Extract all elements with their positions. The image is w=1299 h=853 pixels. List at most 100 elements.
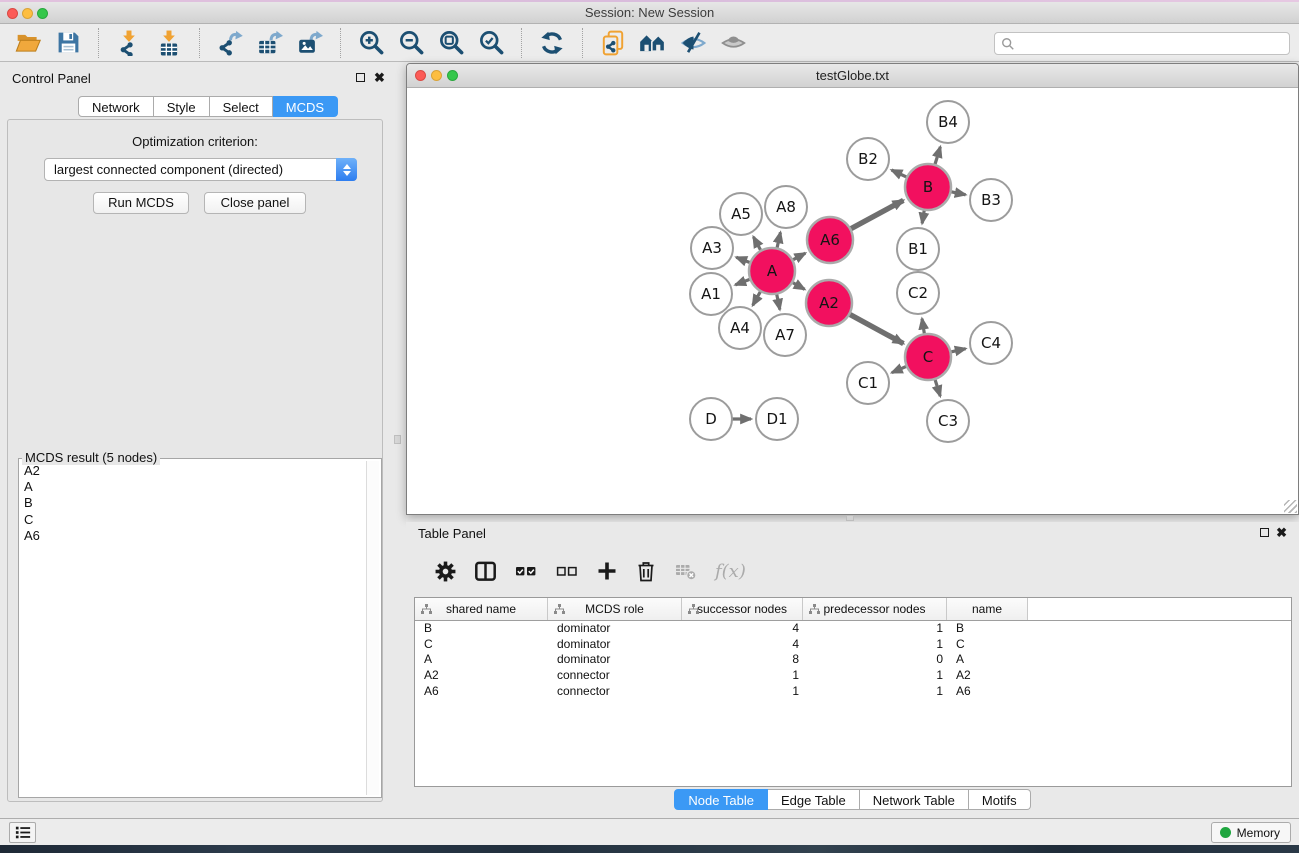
split-columns-icon[interactable]	[474, 560, 497, 583]
resize-grip-icon[interactable]	[1284, 500, 1297, 513]
refresh-icon[interactable]	[532, 27, 572, 59]
tab-style[interactable]: Style	[154, 96, 210, 117]
import-table-icon[interactable]	[149, 27, 189, 59]
gear-icon[interactable]	[434, 560, 457, 583]
splitter-grip-icon[interactable]	[394, 435, 401, 444]
table-cell[interactable]: dominator	[548, 637, 682, 653]
import-network-icon[interactable]	[109, 27, 149, 59]
save-session-icon[interactable]	[48, 27, 88, 59]
column-header-MCDS-role[interactable]: MCDS role	[548, 598, 682, 620]
table-cell[interactable]: 8	[682, 652, 803, 668]
memory-button[interactable]: Memory	[1211, 822, 1291, 843]
tab-select[interactable]: Select	[210, 96, 273, 117]
run-mcds-button[interactable]: Run MCDS	[93, 192, 189, 214]
column-header-name[interactable]: name	[947, 598, 1028, 620]
result-list-item[interactable]: C	[21, 512, 365, 528]
export-image-icon[interactable]	[290, 27, 330, 59]
network-window-title: testGlobe.txt	[407, 68, 1298, 83]
table-cell[interactable]: B	[415, 621, 548, 637]
table-cell[interactable]: dominator	[548, 621, 682, 637]
export-network-icon[interactable]	[210, 27, 250, 59]
result-list-item[interactable]: A2	[21, 463, 365, 479]
table-cell[interactable]: 1	[682, 668, 803, 684]
float-panel-icon[interactable]	[356, 73, 365, 82]
result-list-item[interactable]: B	[21, 495, 365, 511]
memory-status-icon	[1220, 827, 1231, 838]
control-panel-title: Control Panel	[12, 71, 91, 86]
toolbar-separator	[340, 28, 341, 58]
zoom-in-icon[interactable]	[351, 27, 391, 59]
float-table-panel-icon[interactable]	[1260, 528, 1269, 537]
close-panel-icon[interactable]: ✖	[374, 72, 385, 83]
mcds-result-list[interactable]: A2ABCA6	[21, 463, 365, 795]
table-cell[interactable]: B	[947, 621, 1028, 637]
table-cell[interactable]: 1	[803, 637, 947, 653]
tab-node-table[interactable]: Node Table	[674, 789, 768, 810]
add-column-icon[interactable]	[596, 560, 618, 582]
graph-edge-A2-C[interactable]	[847, 313, 904, 344]
table-cell[interactable]: A6	[947, 684, 1028, 700]
tab-edge-table[interactable]: Edge Table	[768, 789, 860, 810]
table-cell[interactable]: dominator	[548, 652, 682, 668]
function-builder-icon[interactable]: f(x)	[715, 561, 746, 582]
table-row[interactable]: Cdominator41C	[415, 637, 1291, 653]
show-all-networks-icon[interactable]	[633, 27, 673, 59]
table-cell[interactable]: A2	[415, 668, 548, 684]
table-cell[interactable]: C	[415, 637, 548, 653]
unselect-all-icon[interactable]	[555, 560, 579, 582]
graph-node-label: B2	[858, 150, 878, 168]
table-cell[interactable]: A	[415, 652, 548, 668]
table-cell[interactable]: 4	[682, 621, 803, 637]
close-table-panel-icon[interactable]: ✖	[1276, 527, 1287, 538]
open-session-icon[interactable]	[8, 27, 48, 59]
table-cell[interactable]: 1	[803, 684, 947, 700]
table-cell[interactable]: connector	[548, 668, 682, 684]
table-cell[interactable]: A2	[947, 668, 1028, 684]
delete-table-icon[interactable]	[674, 561, 698, 582]
export-table-icon[interactable]	[250, 27, 290, 59]
table-row[interactable]: Adominator80A	[415, 652, 1291, 668]
zoom-selected-icon[interactable]	[471, 27, 511, 59]
tab-network-table[interactable]: Network Table	[860, 789, 969, 810]
vertical-splitter[interactable]	[390, 62, 406, 818]
table-cell[interactable]: connector	[548, 684, 682, 700]
table-cell[interactable]: 0	[803, 652, 947, 668]
show-graphics-details-icon[interactable]	[713, 27, 753, 59]
table-row[interactable]: A6connector11A6	[415, 684, 1291, 700]
table-cell[interactable]: 4	[682, 637, 803, 653]
table-row[interactable]: A2connector11A2	[415, 668, 1291, 684]
network-canvas[interactable]: B4B2BB3A8A5A6A3B1AC2A1A2A4A7C4CC1DD1C3	[407, 89, 1298, 514]
column-header-shared-name[interactable]: shared name	[415, 598, 548, 620]
optimization-criterion-select[interactable]: largest connected component (directed)	[44, 158, 357, 181]
hide-graphics-icon[interactable]	[673, 27, 713, 59]
clone-network-icon[interactable]	[593, 27, 633, 59]
main-titlebar[interactable]: Session: New Session	[0, 2, 1299, 24]
tab-mcds[interactable]: MCDS	[273, 96, 338, 117]
table-cell[interactable]: 1	[803, 621, 947, 637]
result-list-item[interactable]: A6	[21, 528, 365, 544]
tab-network[interactable]: Network	[78, 96, 154, 117]
column-header-predecessor-nodes[interactable]: predecessor nodes	[803, 598, 947, 620]
node-table[interactable]: shared nameMCDS rolesuccessor nodesprede…	[414, 597, 1292, 787]
network-window-titlebar[interactable]: testGlobe.txt	[407, 64, 1298, 88]
zoom-fit-icon[interactable]	[431, 27, 471, 59]
select-all-icon[interactable]	[514, 560, 538, 582]
search-input[interactable]	[994, 32, 1290, 55]
task-history-button[interactable]	[9, 822, 36, 843]
zoom-out-icon[interactable]	[391, 27, 431, 59]
column-header-successor-nodes[interactable]: successor nodes	[682, 598, 803, 620]
table-panel: Table Panel ✖ f(x)	[406, 522, 1299, 818]
graph-edge-A6-B[interactable]	[848, 200, 904, 230]
close-panel-button[interactable]: Close panel	[204, 192, 306, 214]
result-list-item[interactable]: A	[21, 479, 365, 495]
tab-motifs[interactable]: Motifs	[969, 789, 1031, 810]
delete-column-icon[interactable]	[635, 560, 657, 583]
table-cell[interactable]: A	[947, 652, 1028, 668]
result-list-scrollbar[interactable]	[366, 461, 379, 795]
table-cell[interactable]: 1	[803, 668, 947, 684]
table-cell[interactable]: C	[947, 637, 1028, 653]
table-row[interactable]: Bdominator41B	[415, 621, 1291, 637]
table-cell[interactable]: A6	[415, 684, 548, 700]
table-cell[interactable]: 1	[682, 684, 803, 700]
horizontal-splitter-grip[interactable]	[846, 515, 854, 521]
